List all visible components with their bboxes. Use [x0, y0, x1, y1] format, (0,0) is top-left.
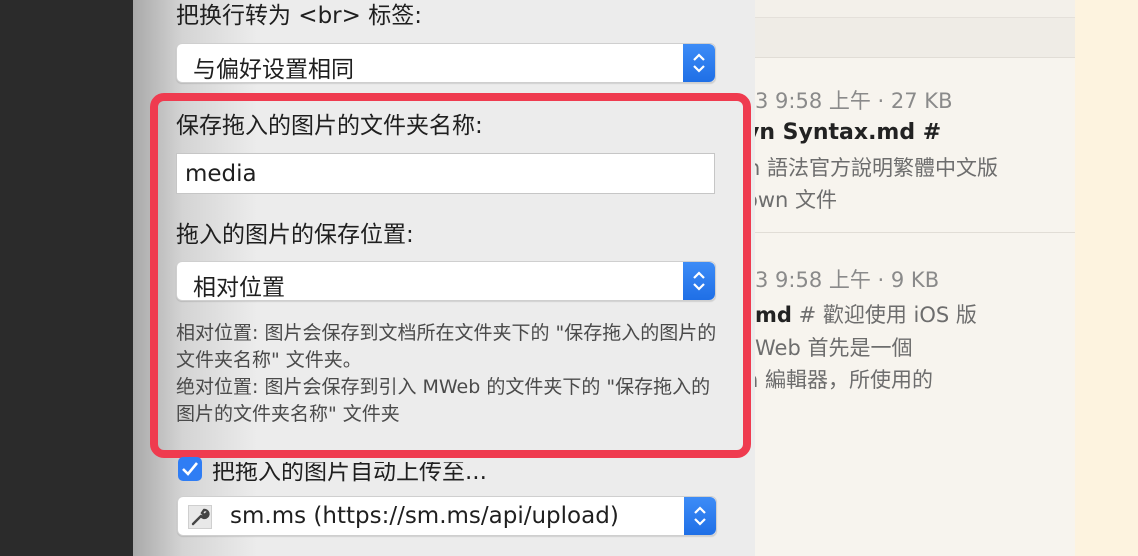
chevron-updown-icon: [683, 44, 715, 82]
select-value: sm.ms (https://sm.ms/api/upload): [230, 503, 619, 529]
list-item-meta: 3 9:58 上午 · 9 KB: [755, 268, 940, 292]
wrench-icon: [188, 505, 212, 529]
background-document-list: 3 9:58 上午 · 27 KB vn Syntax.md # n 語法官方說…: [755, 0, 1075, 556]
auto-upload-checkbox[interactable]: [178, 457, 202, 481]
list-item-title-rest: # 歡迎使用 iOS 版: [791, 303, 977, 327]
list-item-title-bold: .md: [755, 303, 792, 327]
select-value: 与偏好设置相同: [193, 57, 354, 83]
list-toolbar: [755, 0, 1075, 18]
br-conversion-select[interactable]: 与偏好设置相同: [176, 43, 716, 83]
br-conversion-label: 把换行转为 <br> 标签:: [176, 3, 422, 29]
upload-service-select[interactable]: sm.ms (https://sm.ms/api/upload): [177, 496, 717, 536]
editor-pane: [1075, 0, 1138, 556]
list-header-strip: [755, 18, 1075, 58]
list-item-excerpt: Web 首先是一個: [755, 336, 913, 360]
window-edge: [0, 0, 133, 556]
list-item-title: vn Syntax.md #: [755, 120, 942, 145]
list-item-title: .md # 歡迎使用 iOS 版: [755, 299, 977, 329]
list-item-excerpt: own 文件: [755, 188, 838, 212]
chevron-updown-icon: [684, 497, 716, 535]
checkmark-icon: [182, 462, 199, 476]
list-item-excerpt: n 編輯器，所使用的: [755, 368, 933, 392]
list-separator: [755, 232, 1075, 233]
list-item-meta: 3 9:58 上午 · 27 KB: [755, 89, 953, 113]
highlight-annotation: [150, 93, 751, 458]
list-item-excerpt: n 語法官方說明繁體中文版: [755, 156, 998, 180]
